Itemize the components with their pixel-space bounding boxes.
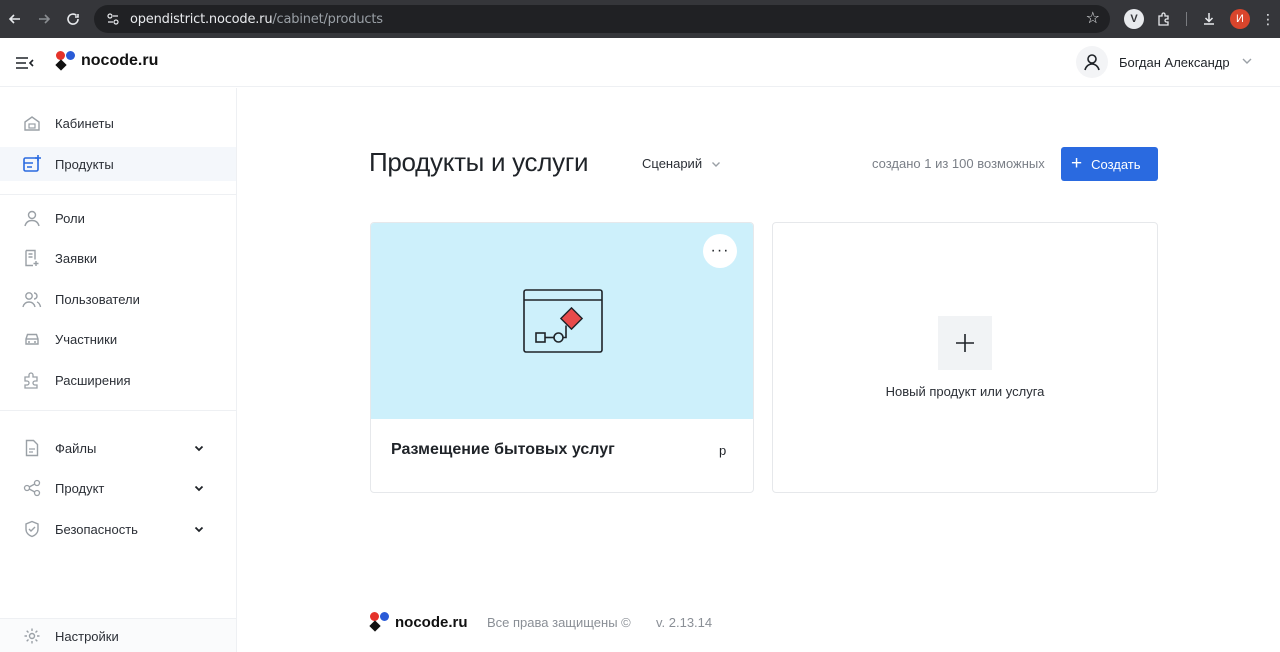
profile-avatar[interactable]: И [1230,9,1250,29]
reload-icon[interactable] [58,4,88,34]
sidebar-item-label: Безопасность [55,521,138,537]
bookmark-star-icon[interactable]: ☆ [1086,10,1100,28]
download-icon[interactable] [1199,9,1219,29]
url-host: opendistrict.nocode.ru [130,11,273,27]
page-title: Продукты и услуги [369,147,589,177]
product-card-badge: р [719,443,727,458]
footer-logo-text: nocode.ru [395,613,468,631]
sidebar-item-participants[interactable]: Участники [0,322,236,356]
footer-rights: Все права защищены © [487,615,631,630]
sidebar-item-product[interactable]: Продукт [0,471,236,505]
sidebar-item-cabinets[interactable]: Кабинеты [0,106,236,140]
user-name: Богдан Александр [1119,54,1230,70]
footer-version: v. 2.13.14 [656,615,713,630]
app-header: nocode.ru Богдан Александр [0,38,1280,87]
scenario-illustration-icon [523,289,603,353]
sidebar-item-label: Файлы [55,440,97,456]
sidebar-item-files[interactable]: Файлы [0,431,236,465]
new-product-card[interactable]: Новый продукт или услуга [772,222,1158,493]
sidebar-item-label: Настройки [55,628,119,644]
sidebar-item-label: Роли [55,210,85,226]
products-icon [22,154,42,174]
sidebar-item-users[interactable]: Пользователи [0,282,236,316]
chevron-down-icon [194,485,204,492]
products-count: создано 1 из 100 возможных [872,156,1045,171]
logo-mark-icon [369,612,390,632]
sidebar-item-label: Участники [55,331,118,347]
scenario-dropdown[interactable]: Сценарий [642,156,721,171]
forward-icon[interactable] [29,4,59,34]
users-icon [22,289,42,309]
product-card[interactable]: ··· Размещение бытовых услуг р [370,222,754,493]
browser-menu-icon[interactable]: ⋮ [1258,9,1278,29]
sidebar-item-roles[interactable]: Роли [0,201,236,235]
plus-icon [938,316,992,370]
user-menu[interactable]: Богдан Александр [1076,46,1252,78]
create-button-label: Создать [1091,156,1141,172]
sidebar-item-settings[interactable]: Настройки [0,619,236,652]
sidebar-item-label: Кабинеты [55,115,114,131]
footer-logo[interactable]: nocode.ru [369,612,468,632]
sidebar-item-requests[interactable]: Заявки [0,241,236,275]
file-icon [22,438,42,458]
address-bar[interactable]: opendistrict.nocode.ru/cabinet/products … [94,5,1110,33]
user-icon [22,208,42,228]
product-card-cover: ··· [371,223,753,419]
sidebar-divider [0,194,236,195]
sidebar-item-extensions[interactable]: Расширения [0,363,236,397]
collapse-menu-icon[interactable] [14,53,36,73]
sidebar-item-security[interactable]: Безопасность [0,512,236,546]
chevron-down-icon [712,161,721,167]
scenario-label: Сценарий [642,156,703,171]
sidebar-item-label: Продукты [55,156,114,172]
toolbar-divider [1186,12,1187,26]
browser-toolbar: opendistrict.nocode.ru/cabinet/products … [0,0,1280,38]
extension-v-icon[interactable]: V [1124,9,1144,29]
new-product-label: Новый продукт или услуга [885,384,1045,399]
document-icon [22,248,42,268]
logo-mark-icon [55,51,76,71]
share-icon [22,478,42,498]
chevron-down-icon [194,445,204,452]
sidebar-item-label: Заявки [55,250,97,266]
chevron-down-icon [1242,57,1252,68]
home-icon [22,113,42,133]
shield-icon [22,519,42,539]
chevron-down-icon [194,526,204,533]
puzzle-icon [22,370,42,390]
gear-icon [22,626,42,646]
url-path: /cabinet/products [272,11,383,27]
sidebar-divider [0,410,236,411]
sidebar-item-products[interactable]: Продукты [0,147,236,181]
url-text: opendistrict.nocode.ru/cabinet/products [130,12,383,27]
logo-text: nocode.ru [81,52,159,69]
sidebar: Кабинеты Продукты Роли Заявки Пользовате… [0,88,237,652]
create-button[interactable]: + Создать [1061,147,1158,181]
back-icon[interactable] [0,4,30,34]
logo[interactable]: nocode.ru [55,51,159,71]
site-settings-icon[interactable] [106,12,120,26]
extensions-puzzle-icon[interactable] [1154,9,1174,29]
more-options-icon[interactable]: ··· [703,234,737,268]
sidebar-item-label: Пользователи [55,291,140,307]
product-card-title: Размещение бытовых услуг [391,441,615,458]
car-icon [22,329,42,349]
plus-icon: + [1071,153,1083,174]
sidebar-item-label: Расширения [55,372,131,388]
user-avatar-icon [1076,46,1108,78]
sidebar-item-label: Продукт [55,480,105,496]
